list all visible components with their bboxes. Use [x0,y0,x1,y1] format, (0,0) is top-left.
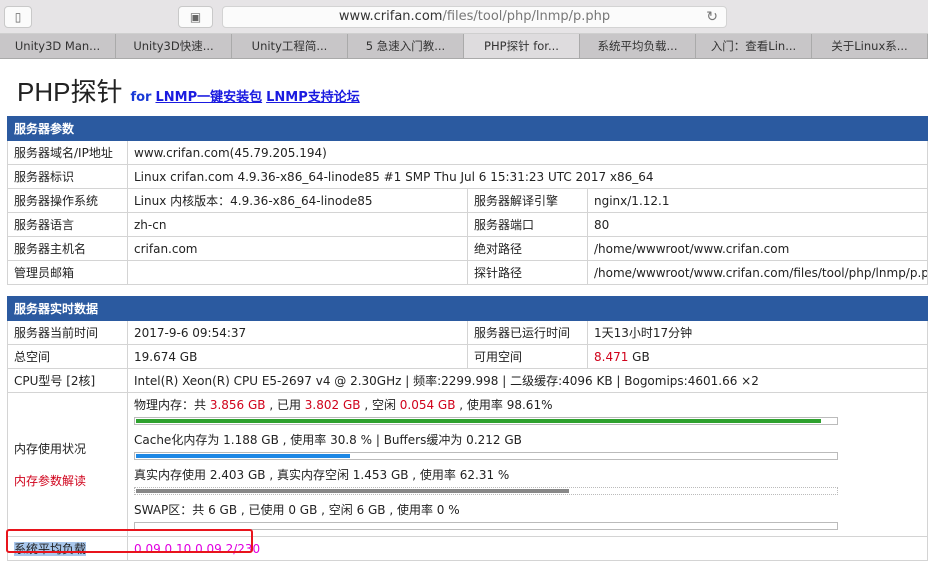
label: 服务器标识 [7,164,128,189]
t: , 空闲 [360,398,400,412]
memory-help-link[interactable]: 内存参数解读 [14,465,121,497]
free-number: 8.471 [594,349,629,364]
probe-path-value: /home/wwwroot/www.crifan.com/files/tool/… [587,260,928,285]
memory-label-cell: 内存使用状况 内存参数解读 [7,392,128,537]
bar-fill [136,419,822,423]
t: , 使用率 98.61% [455,398,553,412]
tab-bar: Unity3D Man... Unity3D快速... Unity工程简... … [0,34,928,59]
lang-value: zh-cn [127,212,468,237]
tab[interactable]: Unity3D快速... [116,34,232,58]
os-value: Linux 内核版本：4.9.36-x86_64-linode85 [127,188,468,213]
page-title: PHP探针 [17,77,123,107]
used: 3.802 GB [304,398,361,412]
section-header: 服务器参数 [7,116,928,141]
abspath-value: /home/wwwroot/www.crifan.com [587,236,928,261]
host-value: crifan.com [127,236,468,261]
cache-text: Cache化内存为 1.188 GB , 使用率 30.8 % | Buffer… [134,433,522,447]
port-value: 80 [587,212,928,237]
tab[interactable]: Unity工程简... [232,34,348,58]
page-header: PHP探针 for LNMP一键安装包 LNMP支持论坛 [17,72,360,109]
free-space-value: 8.471 GB [587,344,928,369]
bar-fill [136,454,351,458]
tab[interactable]: 5 急速入门教... [348,34,464,58]
url-host: www.crifan.com [338,9,443,24]
space-value: 19.674 GB [127,344,468,369]
memory-label: 内存使用状况 [14,441,87,456]
label: 服务器已运行时间 [467,320,588,345]
section-header: 服务器实时数据 [7,296,928,321]
engine-value: nginx/1.12.1 [587,188,928,213]
free: 0.054 GB [399,398,456,412]
lnmp-package-link[interactable]: LNMP一键安装包 [155,86,262,105]
lnmp-forum-link[interactable]: LNMP支持论坛 [266,86,360,105]
label: 服务器操作系统 [7,188,128,213]
label: 管理员邮箱 [7,260,128,285]
memory-cell: 物理内存：共 3.856 GB , 已用 3.802 GB , 空闲 0.054… [127,392,928,537]
tab[interactable]: Unity3D Man... [0,34,116,58]
uptime-value: 1天13小时17分钟 [587,320,928,345]
label: 服务器当前时间 [7,320,128,345]
real-memory-bar [134,487,838,495]
address-bar[interactable]: www.crifan.com/files/tool/php/lnmp/p.php… [222,6,727,28]
physical-memory-text: 物理内存：共 3.856 GB , 已用 3.802 GB , 空闲 0.054… [134,396,921,414]
t: , 已用 [265,398,305,412]
url-path: /files/tool/php/lnmp/p.php [442,9,611,24]
t: 物理内存：共 [134,398,210,412]
highlight-box [6,529,253,553]
time-value: 2017-9-6 09:54:37 [127,320,468,345]
tab[interactable]: 关于Linux系... [812,34,928,58]
label: 服务器端口 [467,212,588,237]
reload-icon[interactable]: ↻ [706,7,718,27]
physical-memory-bar [134,417,838,425]
email-value [127,260,468,285]
for-label: for [130,90,152,105]
tab-active[interactable]: PHP探针 for... [464,34,580,58]
cache-bar [134,452,838,460]
label: 服务器域名/IP地址 [7,140,128,165]
real-memory-text: 真实内存使用 2.403 GB , 真实内存空闲 1.453 GB , 使用率 … [134,468,510,482]
label: 可用空间 [467,344,588,369]
bar-fill [136,489,570,493]
realtime-table: 服务器实时数据 服务器当前时间 2017-9-6 09:54:37 服务器已运行时间… [7,296,928,561]
label: 服务器解译引擎 [467,188,588,213]
sidebar-toggle-icon[interactable]: ▯ [4,6,32,28]
domain-value: www.crifan.com(45.79.205.194) [127,140,928,165]
total: 3.856 GB [209,398,266,412]
label: CPU型号 [2核] [7,368,128,393]
cpu-value: Intel(R) Xeon(R) CPU E5-2697 v4 @ 2.30GH… [127,368,928,393]
free-unit: GB [628,349,650,364]
label: 探针路径 [467,260,588,285]
label: 服务器语言 [7,212,128,237]
server-id-value: Linux crifan.com 4.9.36-x86_64-linode85 … [127,164,928,189]
label: 服务器主机名 [7,236,128,261]
server-params-table: 服务器参数 服务器域名/IP地址 www.crifan.com(45.79.205… [7,116,928,285]
label: 总空间 [7,344,128,369]
reader-view-icon[interactable]: ▣ [178,6,213,28]
tab[interactable]: 系统平均负载... [580,34,696,58]
swap-text: SWAP区：共 6 GB , 已使用 0 GB , 空闲 6 GB , 使用率 … [134,503,460,517]
label: 绝对路径 [467,236,588,261]
tab[interactable]: 入门：查看Lin... [696,34,812,58]
browser-toolbar: ▯ ▣ www.crifan.com/files/tool/php/lnmp/p… [0,0,928,34]
